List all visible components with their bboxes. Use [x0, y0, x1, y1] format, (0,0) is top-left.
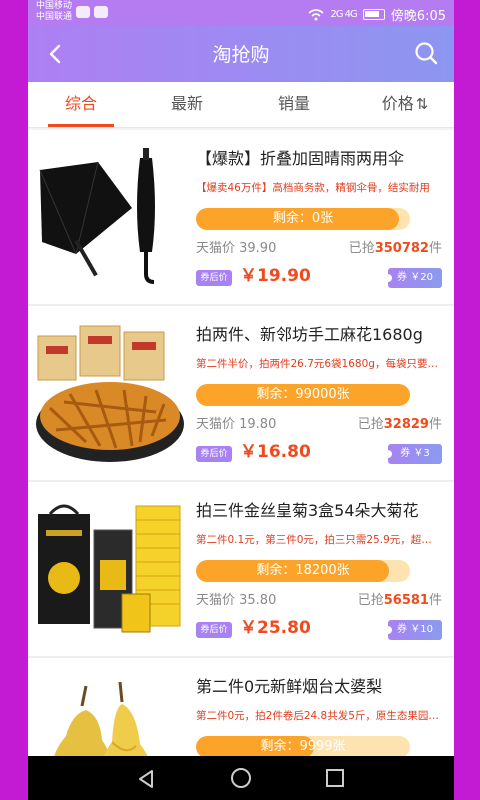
final-price: ￥16.80 [240, 442, 311, 462]
tab-label: 销量 [277, 94, 310, 113]
carrier-1: 中国移动 [36, 1, 73, 11]
product-title: 拍两件、新邻坊手工麻花1680g [196, 325, 423, 344]
remaining-text: 剩余：99000张 [256, 387, 350, 402]
wechat-icon [76, 6, 90, 18]
sold-prefix: 已抢 [348, 241, 375, 256]
sold-count: 已抢350782件 [349, 238, 442, 260]
sold-number: 32829 [383, 417, 429, 432]
chrysanthemum-tea-product-image [36, 500, 184, 640]
sold-suffix: 件 [428, 241, 442, 256]
product-title: 拍三件金丝皇菊3盒54朵大菊花 [196, 501, 419, 520]
tab-sales[interactable]: 销量 [254, 82, 334, 128]
sold-number: 56581 [383, 593, 429, 608]
remaining-bar: 剩余：9999张 [196, 736, 410, 758]
status-right: 2G 4G 傍晚6:05 [308, 5, 446, 24]
carrier-info: 中国移动 中国联通 [36, 1, 72, 23]
tab-overall[interactable]: 综合 [41, 82, 121, 128]
product-desc: 第二件半价，拍两件26.7元6袋1680g，每袋只要4元 [196, 358, 442, 370]
tab-label: 最新 [170, 94, 203, 113]
product-desc: 第二件0.1元，第三件0元，拍三只需25.9元，超划算 [196, 534, 442, 546]
tab-newest[interactable]: 最新 [147, 82, 227, 128]
status-bar: 中国移动 中国联通 2G 4G 傍晚6:05 [28, 0, 454, 26]
nav-home-icon[interactable] [231, 768, 251, 788]
product-list: 【爆款】折叠加固晴雨两用伞 【爆卖46万件】高档商务款，精钢伞骨，结实耐用 剩余… [28, 130, 454, 800]
final-price: ￥25.80 [240, 618, 311, 638]
sold-number: 350782 [374, 241, 429, 256]
sold-prefix: 已抢 [357, 593, 384, 608]
product-item[interactable]: 拍两件、新邻坊手工麻花1680g 第二件半价，拍两件26.7元6袋1680g，每… [28, 306, 454, 482]
product-desc: 第二件0元，拍2件卷后24.8共发5斤，原生态果园直发 [196, 710, 442, 722]
sold-suffix: 件 [428, 593, 442, 608]
remaining-text: 剩余：18200张 [256, 563, 350, 578]
remaining-bar: 剩余：0张 [196, 208, 410, 230]
product-title: 第二件0元新鲜烟台太婆梨 [196, 677, 383, 696]
after-coupon-badge: 券后价 [196, 270, 232, 286]
title-bar: 淘抢购 [28, 26, 454, 82]
left-margin [0, 0, 28, 800]
signal-icon: 2G 4G [330, 9, 357, 20]
active-tab-indicator [48, 124, 114, 127]
remaining-text: 剩余：0张 [272, 211, 334, 226]
search-icon[interactable] [412, 39, 440, 67]
wifi-icon [308, 8, 324, 20]
umbrella-product-image [36, 148, 184, 288]
carrier-2: 中国联通 [36, 12, 73, 22]
tmall-price: 天猫价 35.80 [196, 593, 277, 608]
remaining-text: 剩余：9999张 [260, 739, 346, 754]
battery-icon [362, 9, 385, 20]
after-coupon-badge: 券后价 [196, 622, 232, 638]
tmall-price: 天猫价 39.90 [196, 241, 277, 256]
mahua-product-image [36, 324, 184, 464]
nav-recents-icon[interactable] [326, 769, 344, 787]
right-margin [454, 0, 480, 800]
system-nav-bar [28, 756, 454, 800]
tab-label: 综合 [64, 94, 97, 113]
product-title: 【爆款】折叠加固晴雨两用伞 [196, 149, 405, 168]
app-screen: 中国移动 中国联通 2G 4G 傍晚6:05 淘抢购 综合 最新 销量 价格⇅ [28, 0, 454, 800]
tab-label: 价格 [381, 94, 414, 113]
sold-count: 已抢32829件 [358, 414, 442, 436]
remaining-bar: 剩余：99000张 [196, 384, 410, 406]
final-price: ￥19.90 [240, 266, 311, 286]
nav-back-icon[interactable] [136, 769, 156, 789]
app-notification-icon [94, 6, 108, 18]
sort-arrows-icon: ⇅ [415, 95, 429, 113]
notification-icons [76, 6, 108, 18]
page-title: 淘抢购 [212, 44, 270, 66]
tab-price[interactable]: 价格 ⇅ [360, 82, 450, 128]
sold-suffix: 件 [428, 417, 442, 432]
coupon-button[interactable]: 券 ￥10 [384, 620, 442, 640]
sort-tabs: 综合 最新 销量 价格 ⇅ [28, 82, 454, 128]
product-item[interactable]: 拍三件金丝皇菊3盒54朵大菊花 第二件0.1元，第三件0元，拍三只需25.9元，… [28, 482, 454, 658]
sold-prefix: 已抢 [357, 417, 384, 432]
clock: 傍晚6:05 [390, 9, 446, 24]
product-item[interactable]: 【爆款】折叠加固晴雨两用伞 【爆卖46万件】高档商务款，精钢伞骨，结实耐用 剩余… [28, 130, 454, 306]
product-desc: 【爆卖46万件】高档商务款，精钢伞骨，结实耐用 [196, 182, 430, 194]
after-coupon-badge: 券后价 [196, 446, 232, 462]
tmall-price: 天猫价 19.80 [196, 417, 277, 432]
sold-count: 已抢56581件 [358, 590, 442, 612]
remaining-bar: 剩余：18200张 [196, 560, 410, 582]
coupon-button[interactable]: 券 ￥3 [384, 444, 442, 464]
coupon-button[interactable]: 券 ￥20 [384, 268, 442, 288]
